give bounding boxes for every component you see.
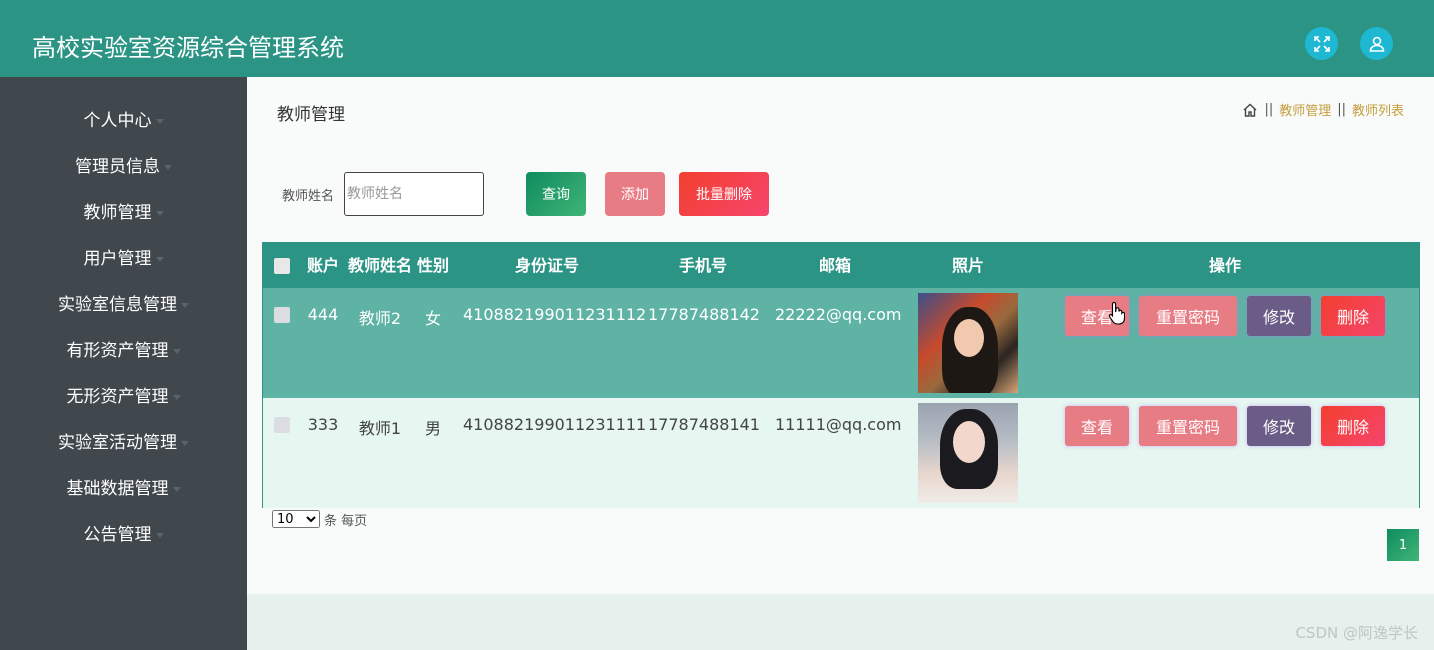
sidebar-item-label: 管理员信息 [75, 157, 160, 177]
teacher-table: 账户 教师姓名 性别 身份证号 手机号 邮箱 照片 操作 444 教师2 女 4… [262, 242, 1420, 508]
page-title: 教师管理 [277, 105, 345, 125]
sidebar: 个人中心 管理员信息 教师管理 用户管理 实验室信息管理 有形资产管理 无形资产… [0, 77, 247, 650]
sidebar-item-label: 教师管理 [83, 203, 152, 223]
teacher-name-search-input[interactable] [344, 172, 484, 216]
column-header-account: 账户 [306, 256, 339, 275]
watermark: CSDN @阿逸学长 [1295, 624, 1418, 642]
portrait-photo [918, 293, 1018, 393]
expand-icon [1313, 35, 1330, 52]
row-checkbox[interactable] [274, 307, 290, 323]
caret-down-icon [155, 532, 164, 538]
top-header: 高校实验室资源综合管理系统 [0, 0, 1434, 77]
delete-button[interactable]: 删除 [1321, 406, 1385, 446]
cell-account: 333 [307, 415, 339, 434]
cell-account: 444 [307, 305, 339, 324]
app-title: 高校实验室资源综合管理系统 [32, 34, 344, 62]
edit-button[interactable]: 修改 [1247, 296, 1311, 336]
select-all-checkbox[interactable] [274, 258, 290, 274]
caret-down-icon [155, 256, 164, 262]
caret-down-icon [172, 348, 181, 354]
breadcrumb-item-teacher-management[interactable]: 教师管理 [1279, 100, 1331, 119]
delete-button[interactable]: 删除 [1321, 296, 1385, 336]
reset-password-button[interactable]: 重置密码 [1139, 296, 1237, 336]
sidebar-item-label: 用户管理 [83, 249, 152, 269]
page-size-suffix: 条 每页 [324, 514, 368, 529]
view-button[interactable]: 查看 [1065, 406, 1129, 446]
row-checkbox[interactable] [274, 417, 290, 433]
breadcrumb-separator: || [1337, 102, 1346, 117]
page-number-button[interactable]: 1 [1387, 529, 1419, 561]
query-button[interactable]: 查询 [526, 172, 586, 216]
column-header-phone: 手机号 [678, 256, 727, 275]
sidebar-item-tangible-assets[interactable]: 有形资产管理 [0, 328, 247, 374]
table-header: 账户 教师姓名 性别 身份证号 手机号 邮箱 照片 操作 [263, 243, 1419, 288]
cell-teacher-name: 教师1 [358, 419, 402, 438]
sidebar-item-label: 实验室信息管理 [58, 295, 177, 315]
sidebar-item-personal-center[interactable]: 个人中心 [0, 98, 247, 144]
sidebar-item-basic-data[interactable]: 基础数据管理 [0, 466, 247, 512]
user-icon [1369, 36, 1384, 52]
caret-down-icon [164, 164, 172, 170]
sidebar-item-label: 公告管理 [83, 525, 152, 545]
column-header-email: 邮箱 [818, 256, 851, 275]
cell-teacher-name: 教师2 [358, 309, 402, 328]
sidebar-item-teacher-management[interactable]: 教师管理 [0, 190, 247, 236]
caret-down-icon [172, 486, 181, 492]
reset-password-button[interactable]: 重置密码 [1139, 406, 1237, 446]
breadcrumb: || 教师管理 || 教师列表 [1242, 100, 1404, 119]
edit-button[interactable]: 修改 [1247, 406, 1311, 446]
search-label: 教师姓名 [282, 189, 335, 204]
batch-delete-button[interactable]: 批量删除 [679, 172, 769, 216]
breadcrumb-separator: || [1264, 102, 1274, 117]
column-header-teacher-name: 教师姓名 [347, 256, 412, 275]
add-button[interactable]: 添加 [605, 172, 665, 216]
breadcrumb-item-teacher-list[interactable]: 教师列表 [1352, 100, 1404, 119]
column-header-photo: 照片 [951, 256, 984, 275]
caret-down-icon [155, 118, 164, 124]
column-header-gender: 性别 [416, 256, 449, 275]
table-row: 333 教师1 男 410882199011231111 17787488141… [263, 398, 1419, 508]
sidebar-item-lab-activity[interactable]: 实验室活动管理 [0, 420, 247, 466]
cell-id-number: 410882199011231111 [463, 415, 647, 434]
cell-email: 22222@qq.com [775, 305, 902, 324]
sidebar-item-intangible-assets[interactable]: 无形资产管理 [0, 374, 247, 420]
photo-face [953, 421, 985, 463]
sidebar-item-label: 实验室活动管理 [58, 433, 177, 453]
user-button[interactable] [1360, 27, 1393, 60]
home-icon[interactable] [1242, 102, 1258, 118]
sidebar-item-admin-info[interactable]: 管理员信息 [0, 144, 247, 190]
sidebar-item-announcement[interactable]: 公告管理 [0, 512, 247, 558]
photo-face [954, 319, 984, 357]
caret-down-icon [155, 210, 164, 216]
sidebar-item-label: 有形资产管理 [66, 341, 169, 361]
column-header-actions: 操作 [1208, 256, 1241, 275]
caret-down-icon [181, 440, 189, 446]
sidebar-item-label: 基础数据管理 [66, 479, 169, 499]
caret-down-icon [172, 394, 181, 400]
cell-phone: 17787488142 [648, 305, 760, 324]
sidebar-item-label: 无形资产管理 [66, 387, 169, 407]
page-size-select[interactable]: 10 [272, 510, 320, 528]
sidebar-item-label: 个人中心 [83, 111, 152, 131]
sidebar-item-user-management[interactable]: 用户管理 [0, 236, 247, 282]
cell-gender: 女 [424, 309, 441, 328]
cell-id-number: 410882199011231112 [463, 305, 647, 324]
caret-down-icon [181, 302, 189, 308]
table-row: 444 教师2 女 410882199011231112 17787488142… [263, 288, 1419, 398]
sidebar-item-lab-info[interactable]: 实验室信息管理 [0, 282, 247, 328]
hand-cursor-icon [1108, 301, 1126, 325]
column-header-id-number: 身份证号 [514, 256, 579, 275]
cell-phone: 17787488141 [648, 415, 760, 434]
cell-email: 11111@qq.com [775, 415, 902, 434]
portrait-photo [918, 403, 1018, 503]
cell-gender: 男 [424, 419, 441, 438]
fullscreen-button[interactable] [1305, 27, 1338, 60]
